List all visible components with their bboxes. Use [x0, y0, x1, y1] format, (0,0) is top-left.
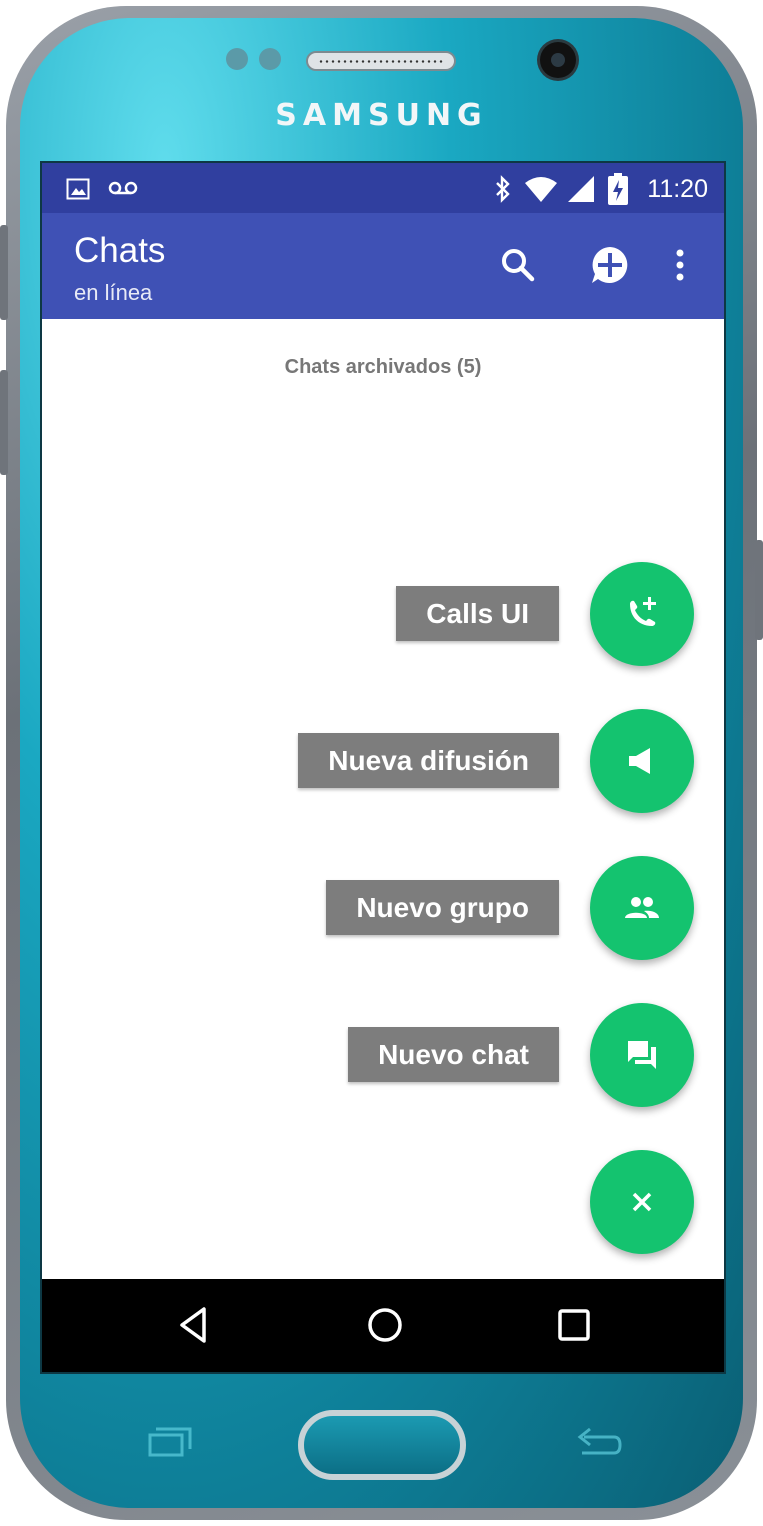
new-group-label[interactable]: Nuevo grupo — [326, 880, 559, 935]
battery-charging-icon — [608, 173, 628, 205]
light-sensor — [259, 48, 281, 70]
recent-apps-icon[interactable] — [552, 1303, 596, 1347]
earpiece-speaker — [306, 51, 456, 71]
new-chat-label[interactable]: Nuevo chat — [348, 1027, 559, 1082]
page-title: Chats — [74, 231, 166, 270]
proximity-sensor — [226, 48, 248, 70]
bluetooth-icon — [496, 175, 510, 203]
volume-up-button — [0, 225, 8, 320]
chat-icon — [628, 1041, 656, 1069]
connection-status: en línea — [74, 280, 153, 305]
calls-ui-button[interactable] — [590, 562, 694, 666]
close-fab-menu-button[interactable] — [590, 1150, 694, 1254]
signal-icon — [568, 176, 594, 202]
image-notification-icon — [66, 178, 90, 200]
home-icon[interactable] — [363, 1303, 407, 1347]
recent-touchkey-icon — [148, 1427, 192, 1457]
megaphone-icon — [629, 748, 650, 774]
power-button — [755, 540, 763, 640]
device-brand: SAMSUNG — [275, 98, 488, 133]
screen: 11:20 Chats en línea Chats archivados (5… — [40, 161, 726, 1374]
new-chat-compose-icon[interactable] — [588, 243, 632, 287]
voicemail-icon — [108, 181, 138, 195]
status-time: 11:20 — [647, 175, 708, 203]
back-touchkey-icon — [577, 1427, 622, 1455]
new-broadcast-label[interactable]: Nueva difusión — [298, 733, 559, 788]
status-bar: 11:20 — [42, 163, 724, 213]
volume-down-button — [0, 370, 8, 475]
search-icon[interactable] — [496, 243, 540, 287]
physical-home-button[interactable] — [298, 1410, 466, 1480]
archived-chats-link[interactable]: Chats archivados (5) — [42, 356, 724, 379]
new-group-button[interactable] — [590, 856, 694, 960]
group-icon — [625, 897, 659, 918]
wifi-icon — [525, 177, 557, 202]
close-icon — [632, 1192, 652, 1212]
back-icon[interactable] — [174, 1303, 218, 1347]
navigation-bar — [42, 1279, 724, 1372]
front-camera — [540, 42, 576, 78]
calls-ui-label[interactable]: Calls UI — [396, 586, 559, 641]
app-bar: Chats en línea — [42, 213, 724, 319]
new-broadcast-button[interactable] — [590, 709, 694, 813]
add-call-icon — [630, 597, 656, 626]
more-options-icon[interactable] — [658, 243, 702, 287]
new-chat-button[interactable] — [590, 1003, 694, 1107]
